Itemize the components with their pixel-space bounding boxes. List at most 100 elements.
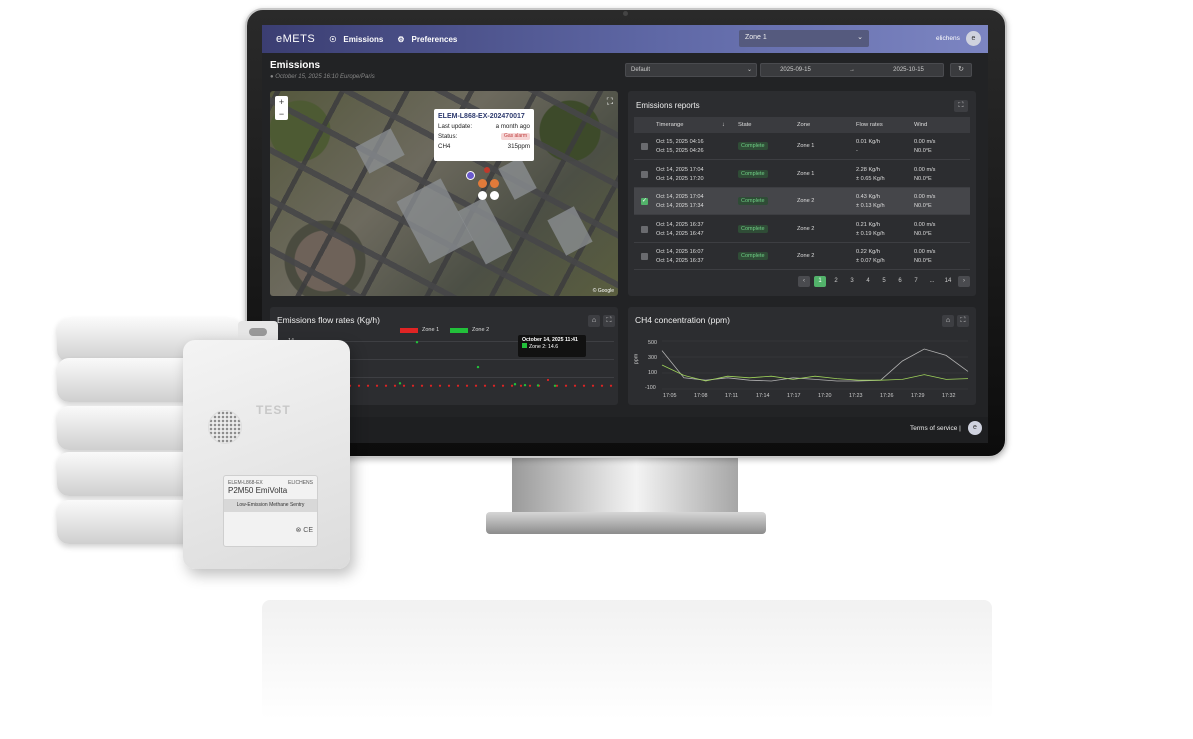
page-6[interactable]: 6 [894,276,906,287]
page-7[interactable]: 7 [910,276,922,287]
zone2-point[interactable] [513,383,517,386]
date-to[interactable]: 2025-10-15 [893,67,924,73]
col-state[interactable]: State [738,122,752,128]
zone1-point[interactable] [555,384,559,387]
row-wind: 0.00 m/s [914,194,936,200]
page-4[interactable]: 4 [862,276,874,287]
zone1-point[interactable] [456,384,460,387]
user-name[interactable]: elichens [936,35,960,42]
zone1-point[interactable] [564,384,568,387]
zone1-point[interactable] [420,384,424,387]
page-14[interactable]: 14 [942,276,954,287]
table-row[interactable]: Oct 14, 2025 17:04 Oct 14, 2025 17:20 Comp… [634,161,970,188]
device-brand: ELICHENS [287,480,313,486]
page-3[interactable]: 3 [846,276,858,287]
nav-preferences[interactable]: ⚙ Preferences [397,35,457,44]
sensor-marker[interactable] [484,167,490,173]
sensor-marker[interactable] [478,191,487,200]
row-checkbox[interactable] [641,170,648,178]
zone1-point[interactable] [591,384,595,387]
zone1-point[interactable] [366,384,370,387]
date-range-picker[interactable]: 2025-09-15 → 2025-10-15 [760,63,944,77]
row-checkbox[interactable]: ✓ [641,198,648,205]
sensor-marker[interactable] [490,179,499,188]
row-wind: 0.00 m/s [914,221,936,228]
next-page-button[interactable]: › [958,276,970,287]
nav-emissions[interactable]: ☉ Emissions [329,35,383,44]
chevron-down-icon: ⌄ [746,67,752,73]
zone1-point[interactable] [582,384,586,387]
zone1-point[interactable] [474,384,478,387]
zone1-point[interactable] [546,378,550,382]
app-logo[interactable]: eMETS [276,33,315,45]
row-checkbox[interactable] [641,143,648,150]
col-timerange[interactable]: Timerange [656,122,684,128]
sensor-id[interactable]: ELEM-L868-EX-202470017 [438,113,530,120]
screen-reflection [262,600,992,720]
zone1-point[interactable] [384,384,388,387]
zone1-point[interactable] [528,384,532,387]
x-tick: 17:14 [756,393,770,399]
col-wind[interactable]: Wind [914,122,927,128]
zone1-point[interactable] [492,384,496,387]
webcam-icon [623,11,628,16]
preset-select[interactable]: Default ⌄ [625,63,757,77]
refresh-button[interactable]: ↻ [950,63,972,77]
zone2-point[interactable] [523,383,527,387]
col-zone[interactable]: Zone [797,122,810,128]
fullscreen-icon[interactable]: ⛶ [607,96,613,107]
table-row[interactable]: ✓ Oct 14, 2025 17:04 Oct 14, 2025 17:34 Com… [634,188,970,215]
gear-icon: ⚙ [397,34,405,44]
fullscreen-icon[interactable]: ⛶ [603,315,615,327]
nav-emissions-label: Emissions [343,34,384,44]
sensor-marker[interactable] [490,191,499,200]
terms-of-service-link[interactable]: Terms of service | [910,425,961,432]
row-checkbox[interactable] [641,225,648,233]
zone1-point[interactable] [600,384,604,387]
zone2-point[interactable] [536,384,540,387]
zone2-point[interactable] [415,341,419,344]
zone1-point[interactable] [447,384,451,387]
table-row[interactable]: Oct 14, 2025 16:07 Oct 14, 2025 16:37 Comp… [634,243,970,270]
page-1[interactable]: 1 [814,276,826,287]
zone1-point[interactable] [438,384,442,387]
zone1-point[interactable] [483,384,487,387]
prev-page-button[interactable]: ‹ [798,276,810,287]
table-row[interactable]: Oct 14, 2025 16:37 Oct 14, 2025 16:47 Comp… [634,216,970,243]
row-end: Oct 14, 2025 16:37 [656,258,704,264]
zone1-point[interactable] [411,384,415,387]
zone1-point[interactable] [465,384,469,387]
zone1-point[interactable] [510,384,514,387]
zone1-point[interactable] [573,384,577,387]
fullscreen-icon[interactable]: ⛶ [954,100,968,112]
table-row[interactable]: Oct 15, 2025 04:16 Oct 15, 2025 04:26 Comp… [634,133,970,160]
satellite-map[interactable]: + − ⛶ ELEM-L868-EX-202470017 Last update… [270,91,618,296]
zoom-in-button[interactable]: + [275,96,288,108]
zone1-point[interactable] [375,384,379,387]
ch4-plot[interactable] [628,307,976,405]
zone-select[interactable]: Zone 1 ⌄ [739,30,869,47]
zoom-out-button[interactable]: − [275,108,288,120]
zone2-point[interactable] [476,365,480,369]
sensor-marker[interactable] [466,171,475,180]
zone1-point[interactable] [357,384,361,387]
zone2-point[interactable] [553,384,557,387]
zone1-point[interactable] [609,384,613,387]
zone1-point[interactable] [519,384,523,387]
date-from[interactable]: 2025-09-15 [780,67,811,73]
avatar[interactable]: e [966,31,981,46]
map-zoom-control[interactable]: + − [275,96,288,120]
page-5[interactable]: 5 [878,276,890,287]
zone2-point[interactable] [398,382,402,385]
sort-icon[interactable]: ↓ [722,122,725,128]
col-flow-rates[interactable]: Flow rates [856,122,883,128]
row-checkbox[interactable] [641,253,648,260]
zone1-point[interactable] [429,384,433,387]
sensor-marker[interactable] [478,179,487,188]
page-2[interactable]: 2 [830,276,842,287]
row-flow: 2.28 Kg/h [856,166,880,173]
zone1-point[interactable] [393,384,397,387]
zone1-point[interactable] [501,384,505,387]
zone1-point[interactable] [402,384,406,387]
home-icon[interactable]: ⌂ [588,315,600,327]
